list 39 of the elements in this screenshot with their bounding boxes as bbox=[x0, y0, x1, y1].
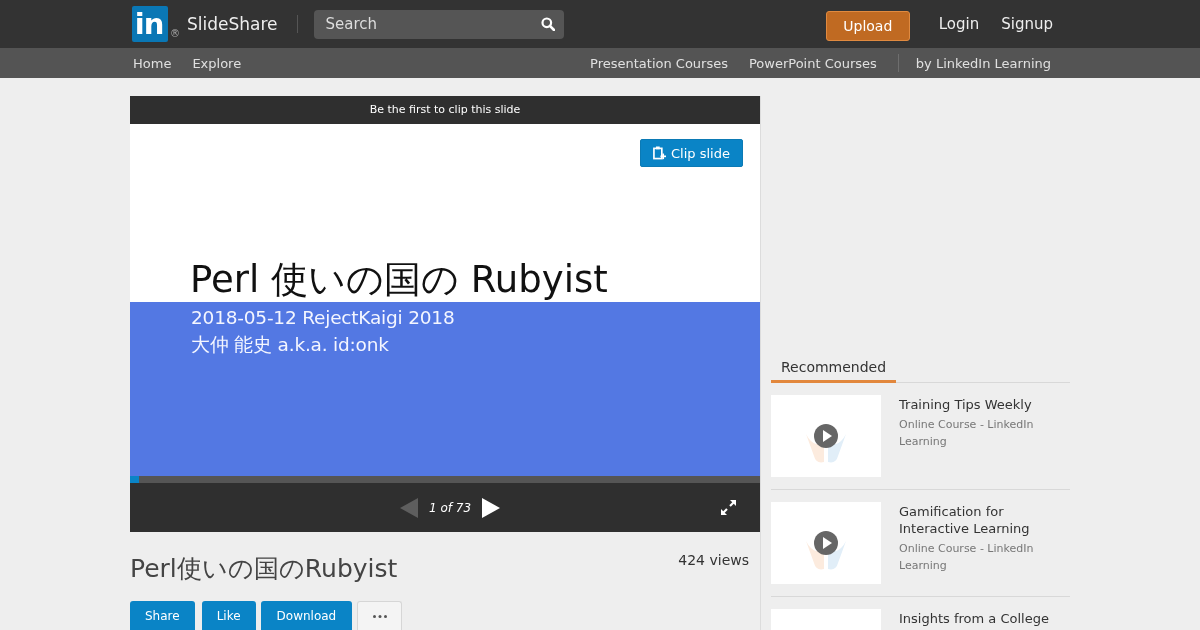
sidebar-tab[interactable]: Recommended bbox=[771, 357, 897, 383]
brand-name[interactable]: SlideShare bbox=[187, 14, 278, 34]
next-slide-button[interactable] bbox=[482, 497, 501, 518]
course-thumbnail[interactable] bbox=[771, 502, 881, 584]
course-link[interactable]: PowerPoint Courses bbox=[749, 55, 877, 71]
slide-counter: 1 of 73 bbox=[428, 500, 472, 515]
slide-subtitle: 2018-05-12 RejectKaigi 2018 bbox=[191, 306, 455, 330]
partner-link[interactable]: by LinkedIn Learning bbox=[915, 55, 1051, 71]
more-icon bbox=[372, 615, 387, 618]
action-button[interactable]: Download bbox=[260, 601, 353, 630]
course-thumbnail[interactable] bbox=[771, 395, 881, 477]
play-icon bbox=[804, 424, 848, 464]
clip-slide-button[interactable]: Clip slide bbox=[640, 139, 743, 167]
action-button[interactable]: Share bbox=[130, 601, 195, 630]
clipboard-plus-icon bbox=[653, 146, 667, 160]
nav-link[interactable]: Home bbox=[133, 55, 172, 71]
course-source: Online Course - LinkedIn Learning bbox=[899, 541, 1035, 574]
course-title[interactable]: Gamification for Interactive Learning bbox=[899, 503, 1070, 537]
header-link[interactable]: Signup bbox=[1001, 15, 1053, 33]
progress-track[interactable] bbox=[130, 476, 760, 483]
search-icon[interactable] bbox=[540, 16, 555, 31]
clip-banner: Be the first to clip this slide bbox=[130, 96, 760, 124]
fullscreen-icon[interactable] bbox=[721, 500, 736, 515]
nav-link[interactable]: Explore bbox=[192, 55, 242, 71]
course-source: Online Course - LinkedIn Learning bbox=[899, 417, 1035, 450]
slide-title: Perl 使いの国の Rubyist bbox=[190, 261, 608, 302]
logo-mark[interactable]: in bbox=[132, 6, 168, 42]
search-field[interactable]: Search bbox=[313, 9, 564, 39]
action-button[interactable]: Like bbox=[201, 601, 256, 630]
play-icon bbox=[804, 531, 848, 571]
view-count: 424 views bbox=[678, 551, 749, 569]
header-link[interactable]: Login bbox=[938, 15, 980, 33]
registered-mark: ® bbox=[170, 28, 180, 39]
course-title[interactable]: Insights from a College bbox=[899, 610, 1049, 627]
upload-button[interactable]: Upload bbox=[825, 10, 910, 41]
slide-subtitle: 大仲 能史 a.k.a. id:onk bbox=[191, 333, 389, 357]
course-link[interactable]: Presentation Courses bbox=[590, 55, 728, 71]
course-title[interactable]: Training Tips Weekly bbox=[899, 396, 1032, 413]
presentation-title: Perl使いの国のRubyist bbox=[130, 553, 398, 585]
